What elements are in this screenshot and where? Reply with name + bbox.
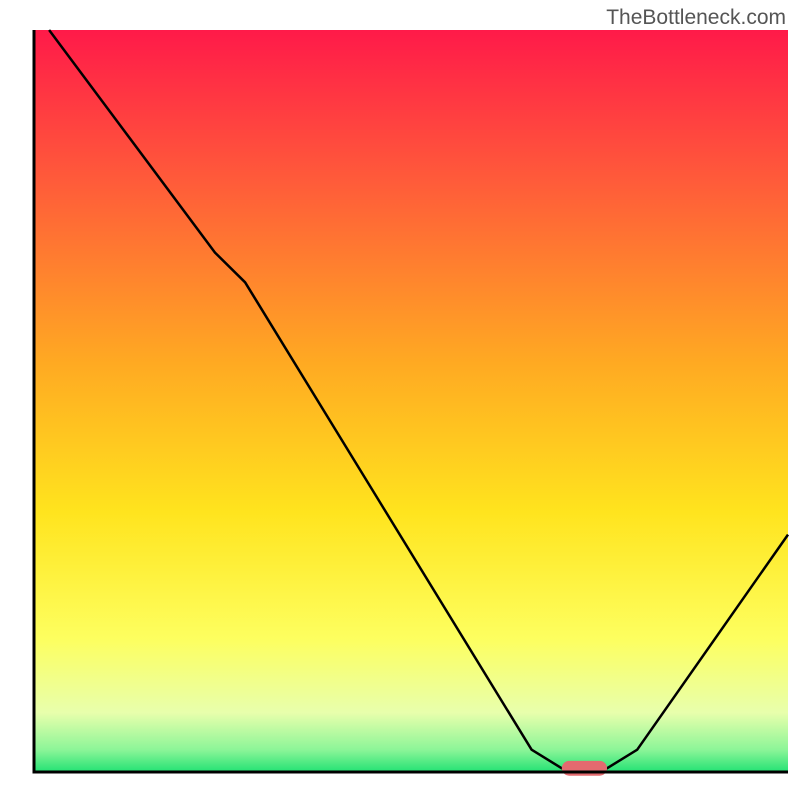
watermark-text: TheBottleneck.com <box>606 6 786 30</box>
gradient-background <box>34 30 788 772</box>
chart-svg <box>0 0 800 800</box>
bottleneck-chart: TheBottleneck.com <box>0 0 800 800</box>
